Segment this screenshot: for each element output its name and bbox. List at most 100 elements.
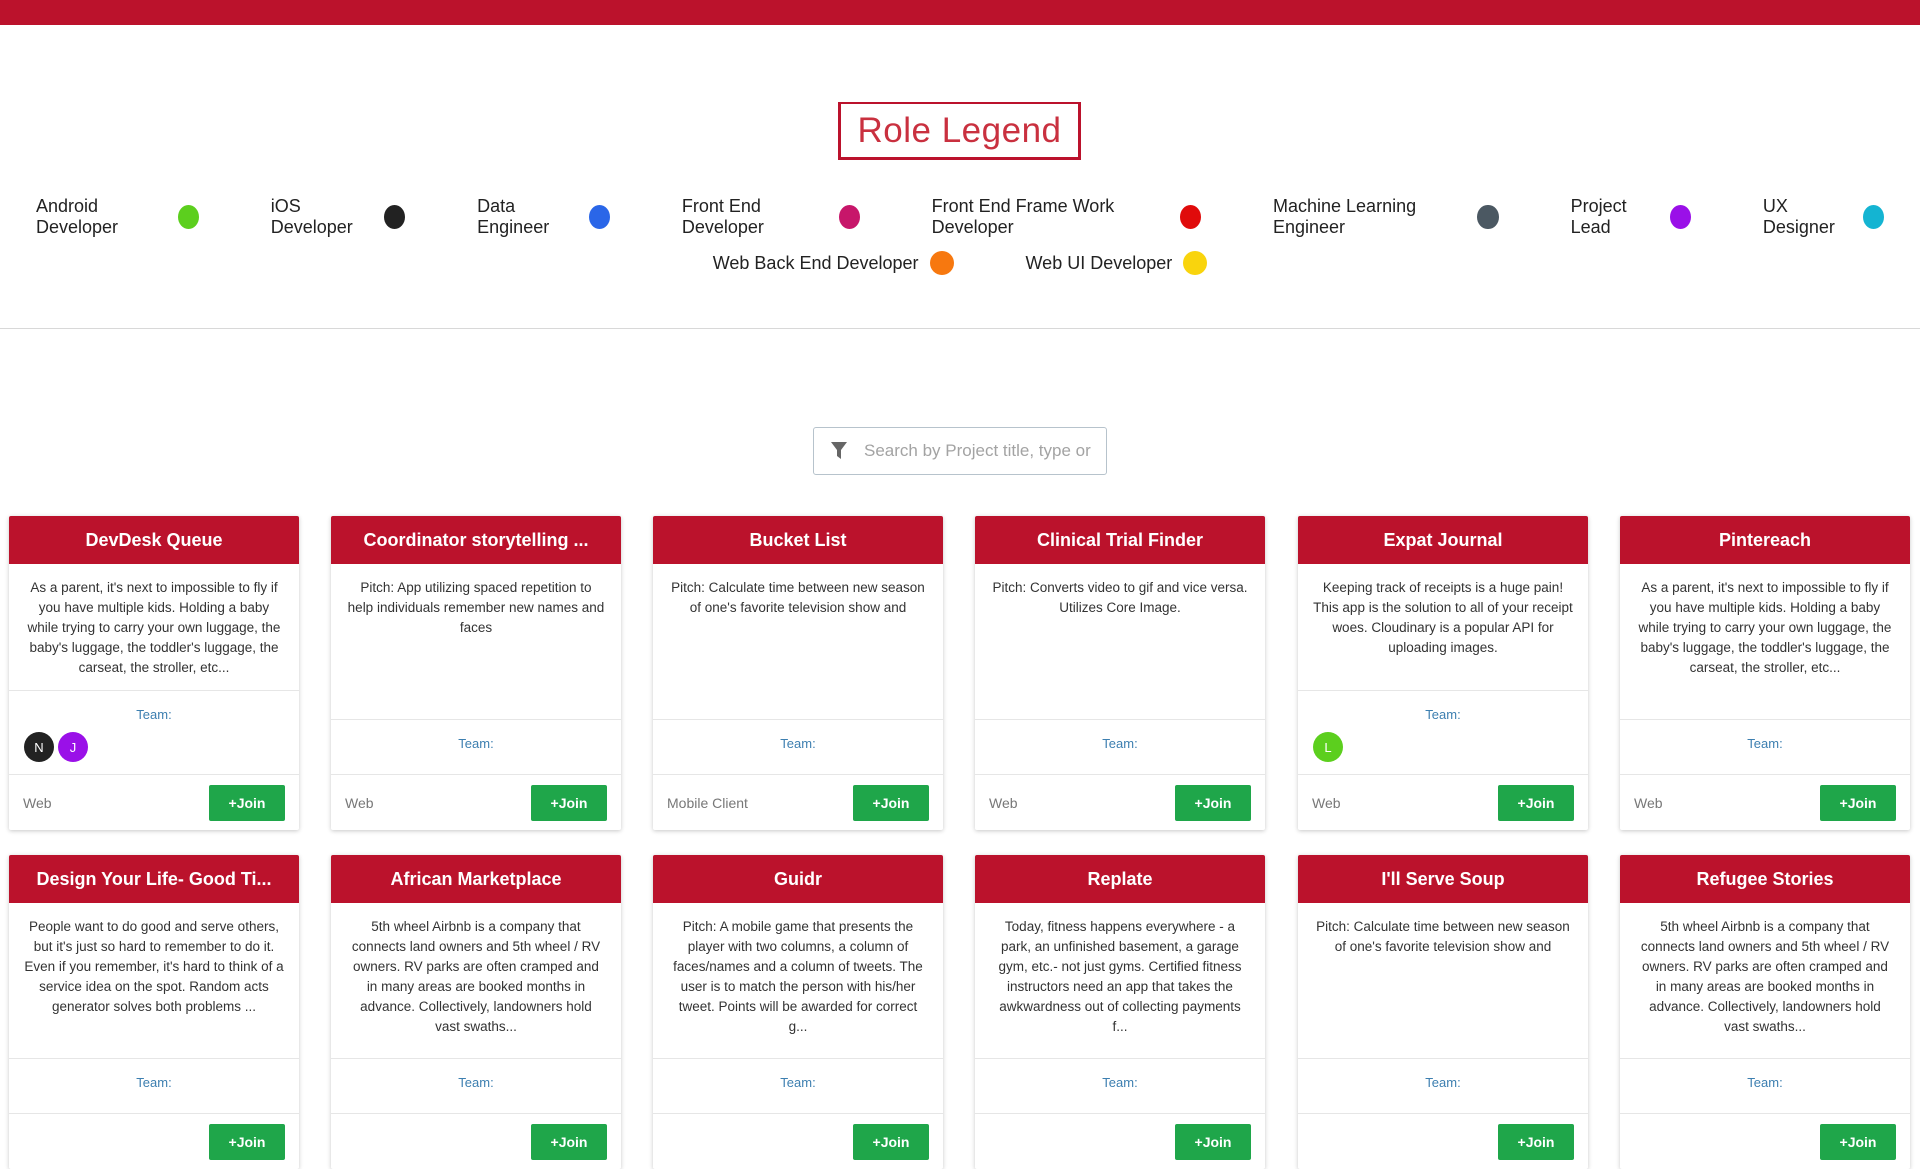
legend-row-2: Web Back End Developer Web UI Developer — [0, 251, 1920, 275]
project-card-coordinator-storytelling: Coordinator storytelling ... Pitch: App u… — [331, 516, 621, 830]
legend-dot — [1183, 251, 1208, 275]
legend-item-front-end-developer: Front End Developer — [682, 196, 860, 238]
legend-dot — [1669, 205, 1691, 229]
card-description: 5th wheel Airbnb is a company that conne… — [1640, 919, 1890, 1034]
legend-label: Web Back End Developer — [712, 252, 919, 273]
card-description: Keeping track of receipts is a huge pain… — [1313, 580, 1573, 655]
card-team: Team: — [331, 719, 621, 751]
join-button[interactable]: +Join — [531, 784, 607, 821]
card-description: As a parent, it's next to impossible to … — [27, 580, 281, 675]
project-card-refugee-stories: Refugee Stories 5th wheel Airbnb is a com… — [1620, 855, 1910, 1169]
team-label: Team: — [136, 1075, 172, 1090]
card-footer: +Join — [331, 1113, 621, 1169]
card-title[interactable]: Design Your Life- Good Ti... — [9, 855, 299, 903]
legend-dot — [929, 251, 954, 275]
project-card-design-your-life-good-ti: Design Your Life- Good Ti... People want … — [9, 855, 299, 1169]
join-button[interactable]: +Join — [209, 784, 285, 821]
card-team: Team: L — [1298, 690, 1588, 762]
team-label: Team: — [1102, 736, 1138, 751]
project-type: Web — [1634, 794, 1663, 811]
card-title[interactable]: Expat Journal — [1298, 516, 1588, 564]
card-footer: +Join — [1620, 1113, 1910, 1169]
legend-label: UX Designer — [1762, 196, 1835, 237]
card-description: People want to do good and serve others,… — [24, 919, 284, 1014]
team-label: Team: — [1747, 1075, 1783, 1090]
card-team: Team: — [653, 1058, 943, 1090]
card-footer: Web +Join — [975, 774, 1265, 830]
project-type: Web — [23, 794, 52, 811]
avatar[interactable]: L — [1313, 732, 1343, 762]
team-label: Team: — [458, 1075, 494, 1090]
legend-label: iOS Developer — [270, 196, 353, 237]
legend-dot — [177, 205, 199, 229]
legend-label: Front End Frame Work Developer — [931, 196, 1115, 237]
legend-label: Web UI Developer — [1025, 252, 1173, 273]
project-type: Web — [989, 794, 1018, 811]
role-legend-title: Role Legend — [838, 102, 1081, 160]
legend-item-front-end-framework-developer: Front End Frame Work Developer — [932, 196, 1201, 238]
join-button[interactable]: +Join — [1498, 1123, 1574, 1160]
card-footer: +Join — [653, 1113, 943, 1169]
avatar[interactable]: N — [24, 732, 54, 762]
project-card-expat-journal: Expat Journal Keeping track of receipts i… — [1298, 516, 1588, 830]
card-footer: Web +Join — [9, 774, 299, 830]
project-card-pintereach: Pintereach As a parent, it's next to impo… — [1620, 516, 1910, 830]
team-label: Team: — [1747, 736, 1783, 751]
legend-dot — [1863, 205, 1884, 229]
search-box — [813, 427, 1107, 475]
card-title[interactable]: DevDesk Queue — [9, 516, 299, 564]
card-footer: +Join — [1298, 1113, 1588, 1169]
card-footer: +Join — [9, 1113, 299, 1169]
team-label: Team: — [1425, 1075, 1461, 1090]
card-team: Team: — [653, 719, 943, 751]
card-title[interactable]: Pintereach — [1620, 516, 1910, 564]
join-button[interactable]: +Join — [1820, 784, 1896, 821]
top-banner — [0, 0, 1920, 25]
card-description: 5th wheel Airbnb is a company that conne… — [351, 919, 601, 1034]
project-card-clinical-trial-finder: Clinical Trial Finder Pitch: Converts vid… — [975, 516, 1265, 830]
card-title[interactable]: Coordinator storytelling ... — [331, 516, 621, 564]
card-title[interactable]: Replate — [975, 855, 1265, 903]
card-title[interactable]: African Marketplace — [331, 855, 621, 903]
card-description: Pitch: A mobile game that presents the p… — [673, 919, 923, 1034]
project-card-african-marketplace: African Marketplace 5th wheel Airbnb is a… — [331, 855, 621, 1169]
card-team: Team: — [1620, 719, 1910, 751]
team-members: L — [1298, 722, 1588, 762]
card-title[interactable]: I'll Serve Soup — [1298, 855, 1588, 903]
legend-item-ux-designer: UX Designer — [1763, 196, 1884, 238]
project-card-guidr: Guidr Pitch: A mobile game that presents … — [653, 855, 943, 1169]
legend-dot — [1179, 205, 1201, 229]
card-team: Team: — [1620, 1058, 1910, 1090]
project-type: Mobile Client — [667, 794, 748, 811]
card-title[interactable]: Clinical Trial Finder — [975, 516, 1265, 564]
card-footer: Web +Join — [1298, 774, 1588, 830]
card-title[interactable]: Guidr — [653, 855, 943, 903]
card-footer: Web +Join — [1620, 774, 1910, 830]
avatar[interactable]: J — [58, 732, 88, 762]
card-team: Team: — [975, 719, 1265, 751]
card-team: Team: — [9, 1058, 299, 1090]
legend-label: Machine Learning Engineer — [1273, 196, 1417, 237]
card-team: Team: N J — [9, 690, 299, 762]
join-button[interactable]: +Join — [1498, 784, 1574, 821]
team-label: Team: — [780, 736, 816, 751]
card-title[interactable]: Bucket List — [653, 516, 943, 564]
search-input[interactable] — [862, 440, 1096, 462]
legend-item-project-lead: Project Lead — [1571, 196, 1691, 238]
team-label: Team: — [136, 707, 172, 722]
card-title[interactable]: Refugee Stories — [1620, 855, 1910, 903]
legend-dot — [838, 205, 860, 229]
join-button[interactable]: +Join — [531, 1123, 607, 1160]
team-label: Team: — [780, 1075, 816, 1090]
join-button[interactable]: +Join — [1820, 1123, 1896, 1160]
join-button[interactable]: +Join — [853, 1123, 929, 1160]
join-button[interactable]: +Join — [853, 784, 929, 821]
legend-item-android-developer: Android Developer — [36, 196, 199, 238]
project-card-bucket-list: Bucket List Pitch: Calculate time between… — [653, 516, 943, 830]
card-description: Today, fitness happens everywhere - a pa… — [998, 919, 1242, 1034]
join-button[interactable]: +Join — [209, 1123, 285, 1160]
project-type: Web — [1312, 794, 1341, 811]
legend-label: Project Lead — [1570, 196, 1627, 237]
join-button[interactable]: +Join — [1175, 784, 1251, 821]
join-button[interactable]: +Join — [1175, 1123, 1251, 1160]
